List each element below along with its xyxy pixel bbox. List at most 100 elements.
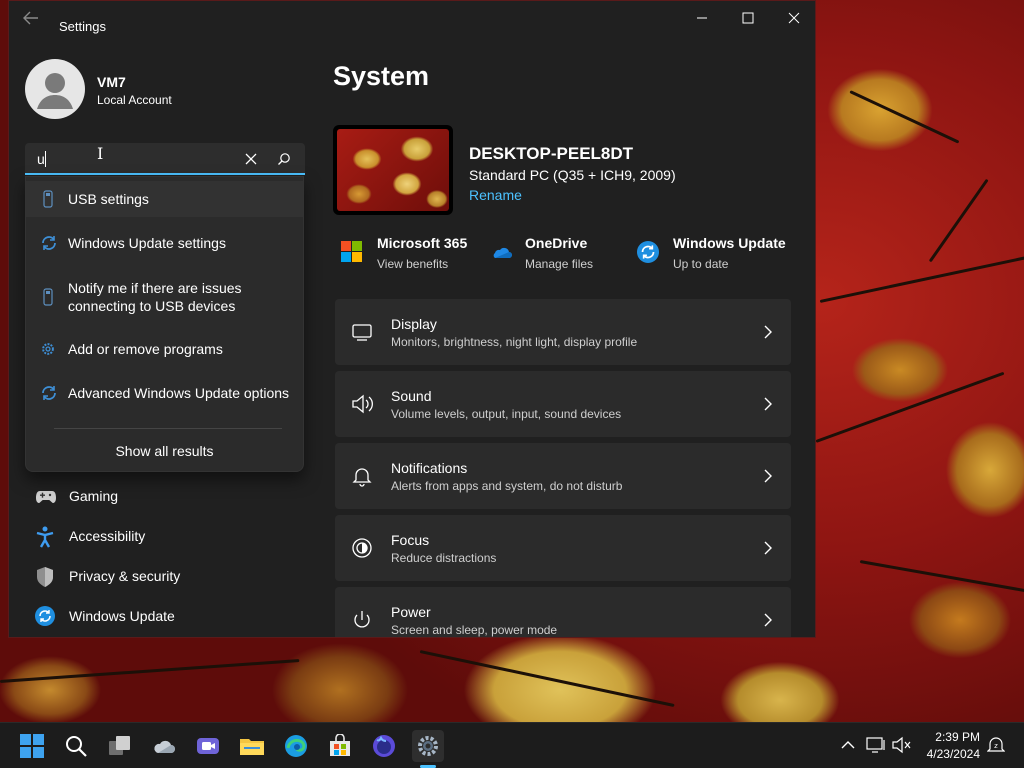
suggestion-add-remove-programs[interactable]: Add or remove programs bbox=[26, 331, 303, 367]
sidebar-item-label: Windows Update bbox=[69, 608, 175, 624]
close-icon bbox=[788, 12, 800, 24]
search-input-value: u bbox=[37, 151, 45, 167]
card-subtitle: Alerts from apps and system, do not dist… bbox=[391, 479, 623, 493]
usb-icon bbox=[40, 288, 56, 306]
chevron-right-icon bbox=[763, 397, 773, 411]
search-icon bbox=[278, 153, 290, 165]
settings-card-display[interactable]: Display Monitors, brightness, night ligh… bbox=[335, 299, 791, 365]
clock-time[interactable]: 2:39 PM bbox=[920, 730, 980, 744]
clear-search-button[interactable] bbox=[243, 151, 259, 167]
chevron-right-icon bbox=[763, 613, 773, 627]
divider bbox=[54, 428, 282, 429]
suggestion-label: Advanced Windows Update options bbox=[68, 385, 290, 401]
sidebar-item-privacy-security[interactable]: Privacy & security bbox=[25, 558, 305, 594]
widgets-button[interactable] bbox=[148, 730, 180, 762]
teams-button[interactable] bbox=[192, 730, 224, 762]
taskbar: 2:39 PM 4/23/2024 z bbox=[0, 722, 1024, 768]
weather-cloud-icon bbox=[154, 740, 175, 753]
speaker-icon bbox=[351, 393, 373, 415]
suggestion-label-line2: connecting to USB devices bbox=[68, 298, 236, 314]
search-input[interactable]: u bbox=[25, 143, 305, 175]
network-button[interactable] bbox=[866, 735, 886, 755]
show-all-results-button[interactable]: Show all results bbox=[26, 443, 303, 459]
refresh-icon bbox=[40, 384, 56, 402]
windows-logo-icon bbox=[20, 734, 44, 758]
windows-update-icon bbox=[637, 241, 659, 263]
settings-card-power[interactable]: Power Screen and sleep, power mode bbox=[335, 587, 791, 637]
gear-icon bbox=[40, 340, 56, 358]
accessibility-icon bbox=[35, 526, 55, 548]
quick-link-onedrive[interactable]: OneDrive Manage files bbox=[489, 233, 629, 273]
onedrive-icon bbox=[489, 241, 512, 263]
clock-date[interactable]: 4/23/2024 bbox=[910, 747, 980, 761]
search-icon bbox=[66, 736, 87, 757]
card-title: Sound bbox=[391, 388, 432, 404]
suggestion-windows-update-settings[interactable]: Windows Update settings bbox=[26, 225, 303, 261]
suggestion-usb-settings[interactable]: USB settings bbox=[26, 181, 303, 217]
taskbar-search-button[interactable] bbox=[60, 730, 92, 762]
speaker-muted-icon bbox=[892, 736, 911, 754]
sidebar-item-accessibility[interactable]: Accessibility bbox=[25, 518, 305, 554]
firefox-icon bbox=[373, 735, 395, 757]
chevron-right-icon bbox=[763, 541, 773, 555]
maximize-button[interactable] bbox=[725, 1, 771, 35]
quick-link-microsoft-365[interactable]: Microsoft 365 View benefits bbox=[341, 233, 491, 273]
settings-card-notifications[interactable]: Notifications Alerts from apps and syste… bbox=[335, 443, 791, 509]
edge-browser-button[interactable] bbox=[280, 730, 312, 762]
card-subtitle: Volume levels, output, input, sound devi… bbox=[391, 407, 622, 421]
search-suggestions: USB settings Windows Update settings Not… bbox=[25, 176, 304, 472]
card-title: Focus bbox=[391, 532, 430, 548]
notification-center-button[interactable]: z bbox=[986, 735, 1006, 755]
microsoft-store-button[interactable] bbox=[324, 730, 356, 762]
device-name: DESKTOP-PEEL8DT bbox=[469, 144, 634, 163]
quick-link-windows-update[interactable]: Windows Update Up to date bbox=[637, 233, 797, 273]
back-button[interactable] bbox=[23, 11, 43, 27]
chevron-up-icon bbox=[841, 741, 855, 749]
avatar[interactable] bbox=[25, 59, 85, 119]
volume-button[interactable] bbox=[892, 735, 912, 755]
file-explorer-button[interactable] bbox=[236, 730, 268, 762]
quick-link-title: Microsoft 365 bbox=[377, 235, 468, 251]
settings-card-sound[interactable]: Sound Volume levels, output, input, soun… bbox=[335, 371, 791, 437]
sidebar-item-windows-update[interactable]: Windows Update bbox=[25, 598, 305, 634]
chevron-right-icon bbox=[763, 325, 773, 339]
settings-taskbar-button[interactable] bbox=[412, 730, 444, 762]
card-subtitle: Reduce distractions bbox=[391, 551, 497, 565]
settings-card-focus[interactable]: Focus Reduce distractions bbox=[335, 515, 791, 581]
settings-window: Settings VM7 Local Account u I USB setti… bbox=[8, 0, 816, 638]
rename-link[interactable]: Rename bbox=[469, 187, 522, 203]
account-type: Local Account bbox=[97, 93, 172, 107]
sidebar-item-gaming[interactable]: Gaming bbox=[25, 478, 305, 514]
page-title: System bbox=[333, 61, 430, 91]
suggestion-label: Add or remove programs bbox=[68, 341, 223, 357]
task-view-button[interactable] bbox=[104, 730, 136, 762]
focus-icon bbox=[351, 537, 373, 559]
minimize-icon bbox=[697, 17, 707, 19]
gamepad-icon bbox=[35, 486, 56, 506]
card-title: Notifications bbox=[391, 460, 468, 476]
bell-icon bbox=[351, 465, 373, 487]
maximize-icon bbox=[742, 12, 754, 24]
video-camera-icon bbox=[197, 738, 219, 754]
text-caret bbox=[45, 151, 46, 167]
close-button[interactable] bbox=[771, 1, 815, 35]
power-icon bbox=[351, 609, 373, 631]
quick-link-title: OneDrive bbox=[525, 235, 588, 251]
notification-bell-icon: z bbox=[987, 737, 1005, 752]
minimize-button[interactable] bbox=[679, 1, 725, 35]
suggestion-advanced-windows-update[interactable]: Advanced Windows Update options bbox=[26, 375, 303, 411]
quick-link-subtitle: Up to date bbox=[673, 257, 729, 271]
monitor-icon bbox=[351, 321, 373, 343]
search-button[interactable] bbox=[277, 152, 291, 166]
windows-update-icon bbox=[35, 606, 55, 626]
user-icon bbox=[37, 73, 73, 109]
sidebar-item-label: Privacy & security bbox=[69, 568, 181, 584]
sidebar-item-label: Accessibility bbox=[69, 528, 146, 544]
suggestion-usb-notify[interactable]: Notify me if there are issues connecting… bbox=[26, 269, 303, 325]
firefox-button[interactable] bbox=[368, 730, 400, 762]
start-button[interactable] bbox=[16, 730, 48, 762]
card-title: Power bbox=[391, 604, 431, 620]
device-thumbnail bbox=[333, 125, 453, 215]
show-hidden-icons-button[interactable] bbox=[838, 735, 858, 755]
quick-link-subtitle: Manage files bbox=[525, 257, 594, 271]
